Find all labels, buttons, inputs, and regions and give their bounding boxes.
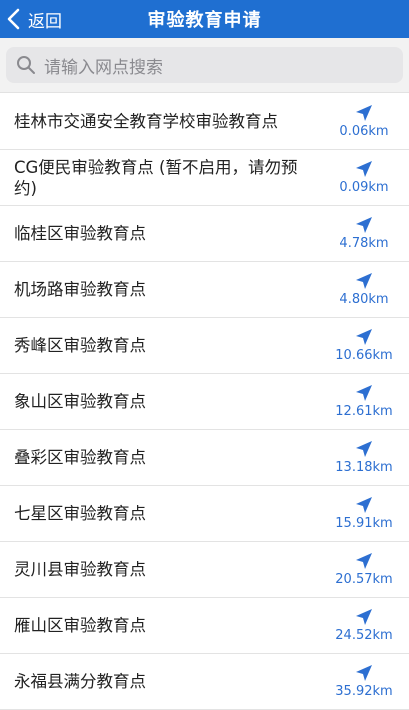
navigation-arrow-icon (356, 665, 372, 681)
distance-value: 13.18km (335, 460, 393, 475)
list-item[interactable]: 象山区审验教育点 12.61km (0, 374, 409, 430)
search-input[interactable]: 请输入网点搜索 (6, 47, 403, 83)
distance-indicator: 0.09km (329, 150, 399, 205)
chevron-left-icon (7, 8, 20, 30)
navigation-arrow-icon (356, 217, 372, 233)
outlet-name: 桂林市交通安全教育学校审验教育点 (14, 112, 278, 131)
distance-indicator: 10.66km (329, 318, 399, 373)
distance-indicator: 20.57km (329, 542, 399, 597)
distance-indicator: 13.18km (329, 430, 399, 485)
nav-bar: 返回 审验教育申请 (0, 0, 409, 38)
list-item[interactable]: 灵川县审验教育点 20.57km (0, 542, 409, 598)
outlet-name: 象山区审验教育点 (14, 392, 146, 411)
navigation-arrow-icon (356, 609, 372, 625)
outlet-name: CG便民审验教育点 (暂不启用，请勿预约) (14, 157, 298, 198)
list-item[interactable]: 机场路审验教育点 4.80km (0, 262, 409, 318)
outlet-name: 七星区审验教育点 (14, 504, 146, 523)
list-item[interactable]: 永福县满分教育点 35.92km (0, 654, 409, 710)
navigation-arrow-icon (356, 105, 372, 121)
distance-value: 0.09km (339, 180, 389, 195)
distance-indicator: 12.61km (329, 374, 399, 429)
distance-value: 4.80km (339, 292, 389, 307)
distance-value: 10.66km (335, 348, 393, 363)
distance-value: 4.78km (339, 236, 389, 251)
list-item[interactable]: 七星区审验教育点 15.91km (0, 486, 409, 542)
list-item[interactable]: 桂林市交通安全教育学校审验教育点 0.06km (0, 94, 409, 150)
navigation-arrow-icon (356, 329, 372, 345)
navigation-arrow-icon (356, 273, 372, 289)
list-item[interactable]: 叠彩区审验教育点 13.18km (0, 430, 409, 486)
distance-value: 12.61km (335, 404, 393, 419)
back-label: 返回 (28, 11, 62, 32)
list-item[interactable]: 秀峰区审验教育点 10.66km (0, 318, 409, 374)
navigation-arrow-icon (356, 441, 372, 457)
outlet-name: 永福县满分教育点 (14, 672, 146, 691)
distance-indicator: 15.91km (329, 486, 399, 541)
outlet-list: 桂林市交通安全教育学校审验教育点 0.06km CG便民审验教育点 (暂不启用，… (0, 94, 409, 710)
list-item[interactable]: 临桂区审验教育点 4.78km (0, 206, 409, 262)
outlet-name: 雁山区审验教育点 (14, 616, 146, 635)
navigation-arrow-icon (356, 385, 372, 401)
list-item[interactable]: 雁山区审验教育点 24.52km (0, 598, 409, 654)
distance-indicator: 35.92km (329, 654, 399, 709)
distance-indicator: 0.06km (329, 94, 399, 149)
back-button[interactable]: 返回 (6, 0, 62, 38)
distance-indicator: 24.52km (329, 598, 399, 653)
search-bar: 请输入网点搜索 (0, 38, 409, 93)
search-icon (17, 56, 35, 74)
distance-value: 0.06km (339, 124, 389, 139)
outlet-name: 叠彩区审验教育点 (14, 448, 146, 467)
outlet-name: 机场路审验教育点 (14, 280, 146, 299)
search-placeholder: 请输入网点搜索 (44, 57, 163, 78)
navigation-arrow-icon (356, 553, 372, 569)
navigation-arrow-icon (356, 497, 372, 513)
outlet-name: 秀峰区审验教育点 (14, 336, 146, 355)
distance-value: 15.91km (335, 516, 393, 531)
outlet-name: 临桂区审验教育点 (14, 224, 146, 243)
list-item[interactable]: CG便民审验教育点 (暂不启用，请勿预约) 0.09km (0, 150, 409, 206)
outlet-name: 灵川县审验教育点 (14, 560, 146, 579)
distance-value: 24.52km (335, 628, 393, 643)
distance-value: 20.57km (335, 572, 393, 587)
distance-indicator: 4.80km (329, 262, 399, 317)
navigation-arrow-icon (356, 161, 372, 177)
distance-value: 35.92km (335, 684, 393, 699)
distance-indicator: 4.78km (329, 206, 399, 261)
